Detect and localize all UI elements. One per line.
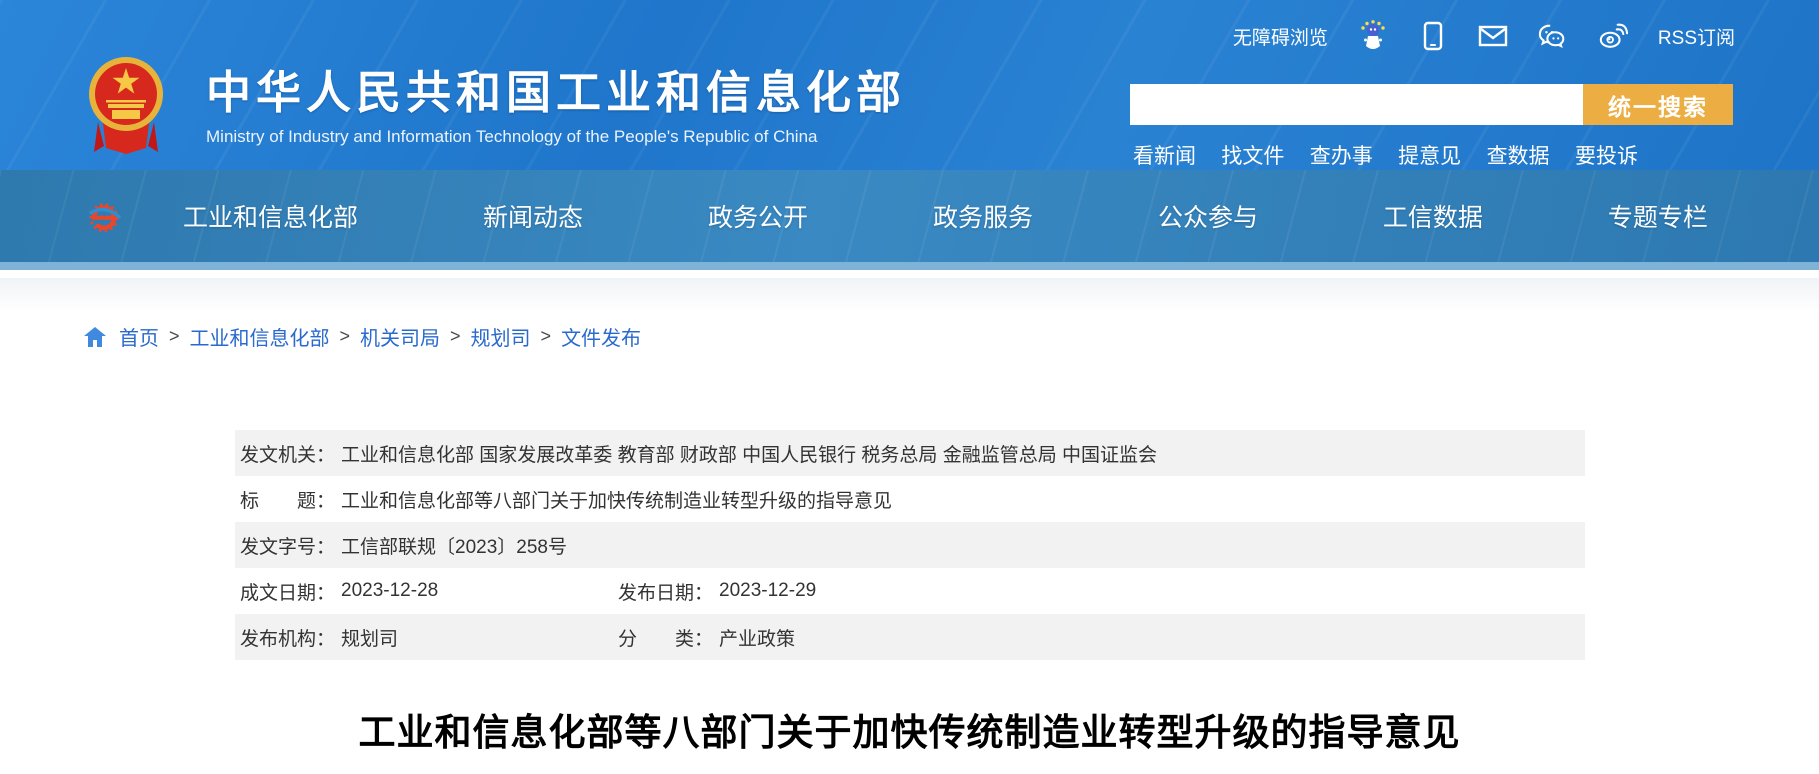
site-title: 中华人民共和国工业和信息化部 (206, 68, 906, 118)
accessibility-link[interactable]: 无障碍浏览 (1233, 23, 1328, 50)
meta-label: 发布机构： (240, 624, 335, 651)
quick-link-data[interactable]: 查数据 (1487, 140, 1550, 170)
quick-link-news[interactable]: 看新闻 (1133, 140, 1196, 170)
meta-value: 工业和信息化部 国家发展改革委 教育部 财政部 中国人民银行 税务总局 金融监管… (341, 440, 1157, 467)
meta-row-issuing-agency: 发文机关： 工业和信息化部 国家发展改革委 教育部 财政部 中国人民银行 税务总… (235, 430, 1585, 476)
meta-label: 分 类： (618, 624, 713, 651)
meta-value: 工业和信息化部等八部门关于加快传统制造业转型升级的指导意见 (341, 486, 892, 513)
unified-search-button[interactable]: 统一搜索 (1583, 84, 1733, 125)
meta-label: 标 题： (240, 486, 335, 513)
nav-item-industry-data[interactable]: 工信数据 (1383, 198, 1483, 234)
meta-value: 工信部联规〔2023〕258号 (341, 532, 567, 559)
breadcrumb-separator: > (340, 326, 351, 347)
meta-label: 成文日期： (240, 578, 335, 605)
breadcrumb: 首页 > 工业和信息化部 > 机关司局 > 规划司 > 文件发布 (83, 322, 641, 351)
meta-value: 2023-12-29 (719, 580, 816, 602)
meta-value: 2023-12-28 (341, 580, 438, 602)
miit-e-logo-icon[interactable] (85, 199, 123, 237)
document-meta-table: 发文机关： 工业和信息化部 国家发展改革委 教育部 财政部 中国人民银行 税务总… (235, 430, 1585, 660)
quick-links: 看新闻 找文件 查办事 提意见 查数据 要投诉 (1133, 140, 1638, 170)
nav-item-miit[interactable]: 工业和信息化部 (183, 198, 358, 234)
mobile-icon[interactable] (1418, 21, 1448, 51)
breadcrumb-document-release[interactable]: 文件发布 (561, 322, 641, 351)
meta-label: 发文机关： (240, 440, 335, 467)
meta-col2: 发布日期： 2023-12-29 (618, 578, 816, 605)
nav-items: 工业和信息化部 新闻动态 政务公开 政务服务 公众参与 工信数据 专题专栏 (183, 170, 1708, 262)
robot-mascot-icon[interactable] (1358, 21, 1388, 51)
meta-row-title: 标 题： 工业和信息化部等八部门关于加快传统制造业转型升级的指导意见 (235, 476, 1585, 522)
national-emblem-icon (88, 56, 164, 158)
breadcrumb-departments[interactable]: 机关司局 (360, 322, 440, 351)
meta-row-dates: 成文日期： 2023-12-28 发布日期： 2023-12-29 (235, 568, 1585, 614)
search-bar: 统一搜索 (1130, 84, 1733, 125)
site-subtitle: Ministry of Industry and Information Tec… (206, 127, 906, 147)
article-title: 工业和信息化部等八部门关于加快传统制造业转型升级的指导意见 (0, 702, 1819, 756)
breadcrumb-separator: > (541, 326, 552, 347)
home-icon[interactable] (83, 326, 107, 348)
meta-label: 发布日期： (618, 578, 713, 605)
quick-link-feedback[interactable]: 提意见 (1398, 140, 1461, 170)
utility-topbar: 无障碍浏览 (1233, 18, 1735, 54)
site-header: 无障碍浏览 (0, 0, 1819, 270)
quick-link-services[interactable]: 查办事 (1310, 140, 1373, 170)
wechat-icon[interactable] (1538, 21, 1568, 51)
nav-item-gov-services[interactable]: 政务服务 (933, 198, 1033, 234)
breadcrumb-miit[interactable]: 工业和信息化部 (190, 322, 330, 351)
meta-row-doc-number: 发文字号： 工信部联规〔2023〕258号 (235, 522, 1585, 568)
meta-row-publisher: 发布机构： 规划司 分 类： 产业政策 (235, 614, 1585, 660)
quick-link-complaint[interactable]: 要投诉 (1575, 140, 1638, 170)
meta-label: 发文字号： (240, 532, 335, 559)
header-shadow-strip (0, 278, 1819, 312)
breadcrumb-planning-dept[interactable]: 规划司 (471, 322, 531, 351)
nav-item-public-participation[interactable]: 公众参与 (1158, 198, 1258, 234)
nav-bottom-strip (0, 262, 1819, 270)
meta-col2: 分 类： 产业政策 (618, 624, 795, 651)
meta-value: 规划司 (341, 624, 398, 651)
main-nav: 工业和信息化部 新闻动态 政务公开 政务服务 公众参与 工信数据 专题专栏 (0, 170, 1819, 270)
nav-item-news[interactable]: 新闻动态 (483, 198, 583, 234)
breadcrumb-separator: > (169, 326, 180, 347)
nav-item-gov-info[interactable]: 政务公开 (708, 198, 808, 234)
search-input[interactable] (1130, 84, 1583, 125)
brand-text: 中华人民共和国工业和信息化部 Ministry of Industry and … (206, 56, 906, 147)
miit-gov-page: 无障碍浏览 (0, 0, 1819, 774)
weibo-icon[interactable] (1598, 21, 1628, 51)
nav-item-special-topics[interactable]: 专题专栏 (1608, 198, 1708, 234)
site-brand: 中华人民共和国工业和信息化部 Ministry of Industry and … (88, 56, 906, 158)
meta-value: 产业政策 (719, 624, 795, 651)
breadcrumb-home[interactable]: 首页 (119, 322, 159, 351)
quick-link-documents[interactable]: 找文件 (1221, 140, 1284, 170)
mail-icon[interactable] (1478, 21, 1508, 51)
breadcrumb-separator: > (450, 326, 461, 347)
rss-link[interactable]: RSS订阅 (1658, 23, 1735, 50)
